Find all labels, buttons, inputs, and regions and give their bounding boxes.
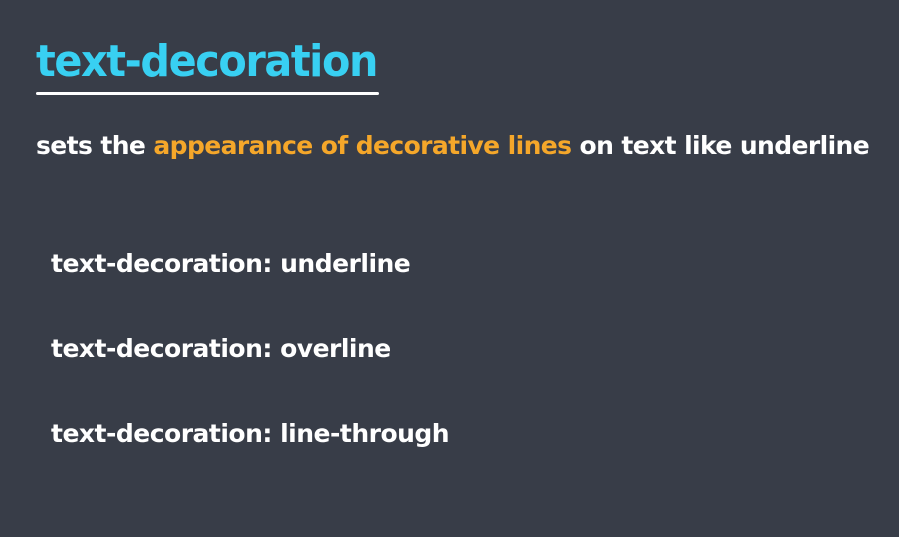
example-line-through: text-decoration: line-through: [51, 419, 450, 448]
slide-title: text-decoration: [36, 36, 378, 87]
example-list: text-decoration: underline text-decorati…: [51, 248, 450, 503]
slide-subtitle: sets the appearance of decorative lines …: [36, 130, 870, 162]
subtitle-highlight: appearance of decorative lines: [153, 131, 572, 160]
example-underline: text-decoration: underline: [51, 249, 411, 278]
slide: text-decoration sets the appearance of d…: [0, 0, 899, 537]
subtitle-text-after: on text like underline: [571, 131, 870, 160]
example-overline: text-decoration: overline: [51, 334, 391, 363]
subtitle-text-before: sets the: [36, 131, 154, 160]
title-underline: [36, 92, 379, 95]
